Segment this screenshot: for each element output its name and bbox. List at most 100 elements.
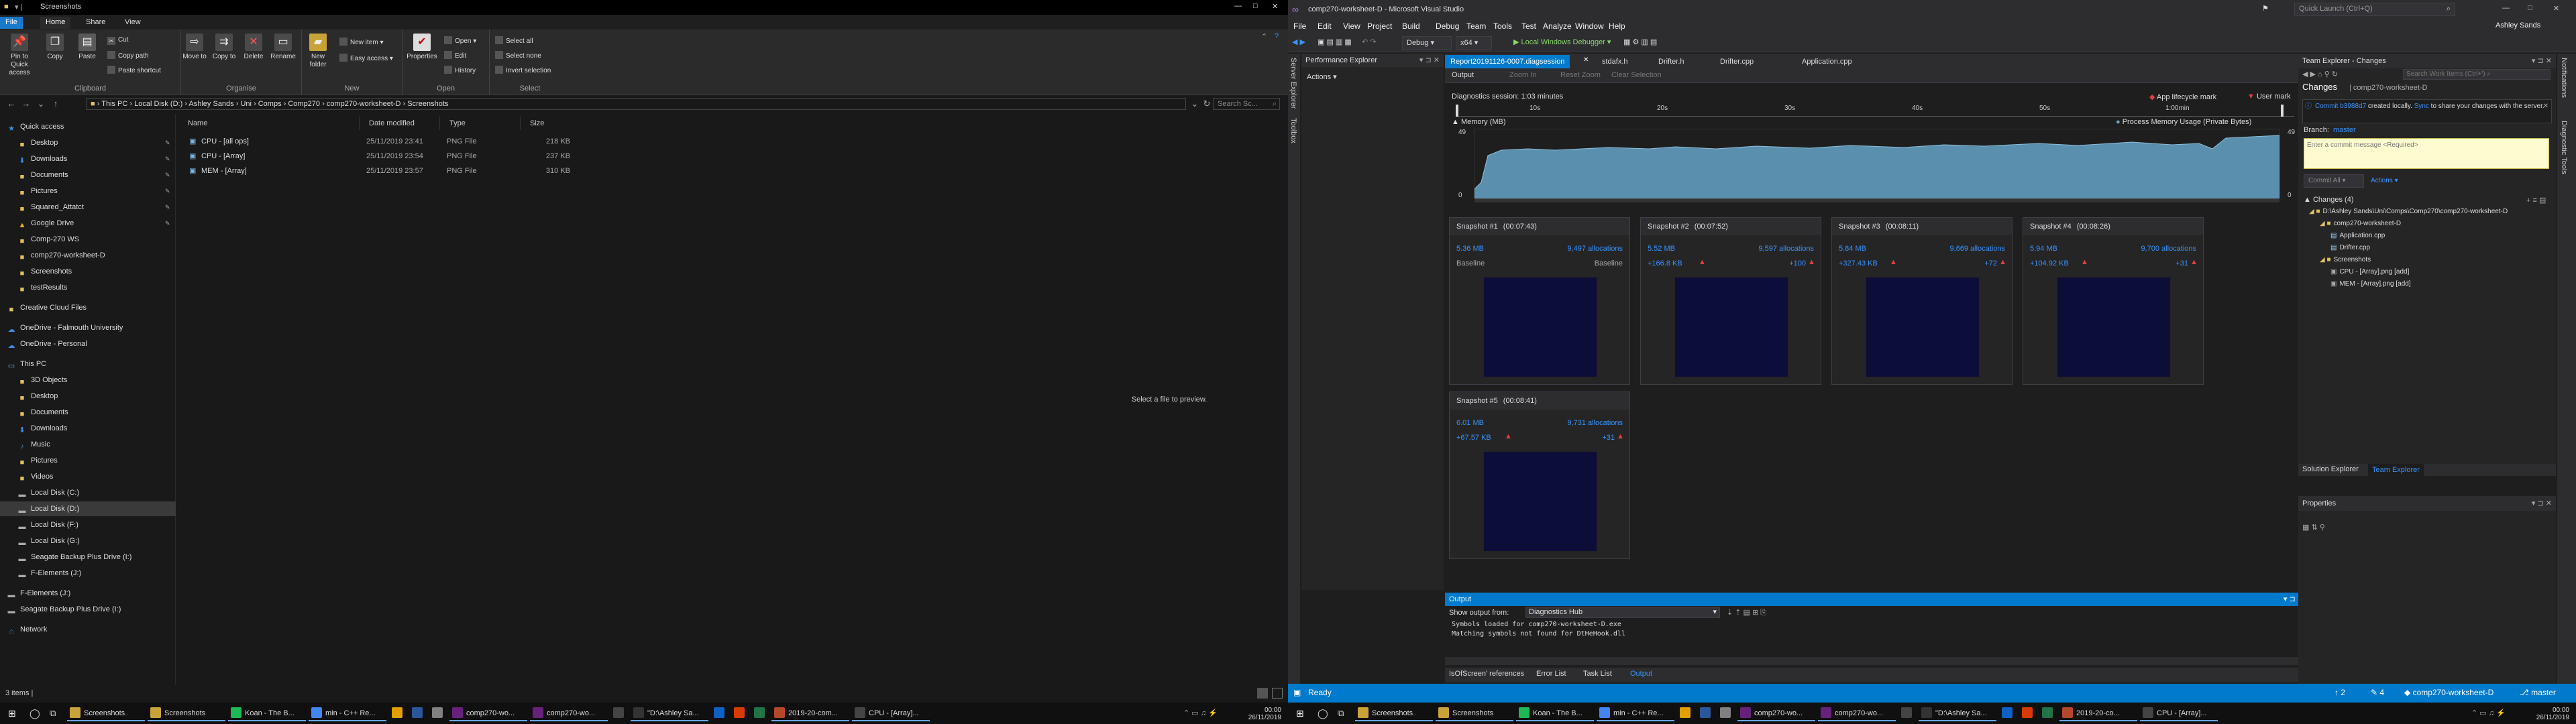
nav-item[interactable]: ■ Desktop ✎ (0, 135, 170, 150)
select-none-button[interactable]: Select none (495, 51, 541, 60)
file-row[interactable]: ▣ CPU - [all ops] 25/11/2019 23:41 PNG File… (178, 134, 1051, 149)
maximize-button[interactable]: □ (1253, 2, 1258, 10)
nav-item[interactable]: ■ testResults (0, 280, 68, 295)
menu-item[interactable]: Tools (1493, 21, 1512, 31)
taskbar-app-button[interactable]: Screenshots (1355, 705, 1433, 721)
taskbar-app-button[interactable]: Screenshots (67, 705, 145, 721)
heap-thumbnail-image[interactable] (1866, 277, 1980, 377)
change-tree-item[interactable]: ▤ Application.cpp (2330, 232, 2385, 239)
nav-item[interactable]: ▬ Seagate Backup Plus Drive (I:) (0, 602, 121, 617)
paste-button[interactable]: ▤ Paste (74, 34, 101, 61)
configuration-dropdown[interactable]: Debug ▾ (1402, 36, 1452, 50)
taskbar-app-button[interactable] (1898, 705, 1916, 721)
clear-selection-button[interactable]: Clear Selection (1611, 71, 1662, 79)
system-tray-icons[interactable]: ⌃ ▭ ♫ ⚡ (1181, 705, 1218, 721)
change-tree-item[interactable]: ▤ Drifter.cpp (2330, 244, 2370, 251)
commit-link[interactable]: Commit b3988d7 (2315, 103, 2366, 110)
column-header-date[interactable]: Date modified (360, 117, 440, 130)
snapshot-allocations-diff[interactable]: +31 (1602, 434, 1615, 442)
copy-button[interactable]: ❐ Copy (42, 34, 68, 61)
nav-item[interactable]: ■ Creative Cloud Files (0, 300, 87, 315)
quick-access-toolbar-icon[interactable]: ▾ | (15, 3, 22, 11)
user-name[interactable]: Ashley Sands (2496, 21, 2540, 29)
copy-path-button[interactable]: Copy path (107, 51, 149, 60)
task-view-icon[interactable]: ⧉ (1335, 705, 1344, 721)
commit-all-button[interactable]: Commit All ▾ (2304, 174, 2364, 188)
snapshot-allocations-diff[interactable]: +72 (1984, 259, 1997, 267)
snapshot-heap-size-link[interactable]: 5.94 MB (2030, 245, 2057, 253)
undo-icon[interactable]: ↶ ↷ (1362, 38, 1377, 46)
nav-item[interactable]: ☁ OneDrive - Personal (0, 337, 87, 351)
tab-view[interactable]: View (119, 17, 146, 29)
bottom-tab[interactable]: IsOfScreen' references (1449, 670, 1524, 678)
menu-item[interactable]: Analyze (1543, 21, 1572, 31)
tab-solution-explorer[interactable]: Solution Explorer (2302, 465, 2359, 473)
taskbar-app-button[interactable] (751, 705, 769, 721)
menu-item[interactable]: View (1343, 21, 1360, 31)
snapshot-heap-size-link[interactable]: 5.84 MB (1839, 245, 1866, 253)
document-tab[interactable]: Drifter.h (1653, 55, 1690, 68)
taskbar-app-button[interactable]: Koan - The B... (228, 705, 306, 721)
search-icon[interactable]: ◯ (27, 705, 40, 721)
output-source-dropdown[interactable]: Diagnostics Hub ▾ (1525, 607, 1720, 618)
column-header-size[interactable]: Size (521, 117, 574, 130)
ribbon-collapse-icon[interactable]: ⌃ (1261, 32, 1267, 41)
nav-item[interactable]: ■ Pictures ✎ (0, 184, 170, 198)
snapshot-allocations-link[interactable]: 9,497 allocations (1567, 245, 1623, 253)
new-item-button[interactable]: New item ▾ (339, 38, 383, 46)
taskbar-app-button[interactable] (711, 705, 729, 721)
forward-arrow-icon[interactable]: → (20, 98, 32, 110)
snapshot-heap-size-link[interactable]: 5.52 MB (1648, 245, 1675, 253)
pin-icon[interactable]: ▾ ⊐ ✕ (1419, 54, 1440, 67)
reset-zoom-button[interactable]: Reset Zoom (1560, 71, 1601, 79)
nav-item[interactable]: ☁ OneDrive - Falmouth University (0, 320, 123, 335)
maximize-button[interactable]: □ (2528, 4, 2532, 12)
clock[interactable]: 00:00 26/11/2019 (2529, 707, 2569, 721)
nav-item[interactable]: ▬ F-Elements (J:) (0, 586, 71, 601)
taskbar-app-button[interactable] (389, 705, 407, 721)
copy-to-button[interactable]: ⇉ Copy to (211, 34, 237, 61)
menu-item[interactable]: Team (1466, 21, 1486, 31)
heap-thumbnail-image[interactable] (2057, 277, 2171, 377)
taskbar-app-button[interactable] (2039, 705, 2057, 721)
timeline-selection-handle[interactable] (1456, 105, 1458, 117)
back-arrow-icon[interactable]: ← (5, 98, 17, 110)
pin-quick-access-button[interactable]: 📌 Pin to Quick access (3, 34, 36, 77)
taskbar-app-button[interactable] (1697, 705, 1715, 721)
select-all-button[interactable]: Select all (495, 36, 533, 45)
status-changes[interactable]: ✎ 4 (2371, 688, 2384, 697)
refresh-icon[interactable]: ↻ (2332, 70, 2338, 78)
output-scrollbar[interactable] (1445, 657, 2308, 665)
column-header-name[interactable]: Name (178, 117, 360, 130)
system-tray-icons[interactable]: ⌃ ▭ ♫ ⚡ (2469, 705, 2506, 721)
taskbar-app-button[interactable] (429, 705, 447, 721)
change-tree-item[interactable]: ◢ ■ comp270-worksheet-D (2320, 220, 2401, 227)
taskbar-app-button[interactable]: "D:\Ashley Sa... (631, 705, 708, 721)
taskbar-app-button[interactable] (2019, 705, 2037, 721)
snapshot-allocations-link[interactable]: 9,731 allocations (1567, 419, 1623, 427)
change-tree-item[interactable]: ◢ ■ D:\Ashley Sands\Uni\Comps\Comp270\com… (2309, 208, 2508, 215)
diagnostic-tools-tab[interactable]: Diagnostic Tools (2560, 121, 2568, 174)
taskbar-app-button[interactable]: CPU - [Array]... (2140, 705, 2218, 721)
snapshot-heap-size-link[interactable]: 5.36 MB (1456, 245, 1484, 253)
branch-link[interactable]: master (2333, 126, 2356, 134)
large-icons-view-icon[interactable] (1272, 688, 1283, 699)
delete-button[interactable]: ✕ Delete (240, 34, 267, 61)
platform-dropdown[interactable]: x64 ▾ (1456, 36, 1492, 50)
nav-item[interactable]: ♪ Music (0, 437, 50, 452)
snapshot-size-diff[interactable]: +327.43 KB (1839, 259, 1878, 267)
nav-item[interactable]: ■ Documents ✎ (0, 168, 170, 182)
taskbar-app-button[interactable] (409, 705, 427, 721)
nav-item[interactable]: ■ Comp-270 WS (0, 232, 79, 247)
notification-flag-icon[interactable]: ⚑ (2262, 4, 2269, 13)
taskbar-app-button[interactable] (1999, 705, 2017, 721)
taskbar-app-button[interactable]: comp270-wo... (1737, 705, 1815, 721)
task-view-icon[interactable]: ⧉ (47, 705, 56, 721)
timeline-selection-handle[interactable] (2281, 105, 2284, 117)
taskbar-app-button[interactable]: comp270-wo... (449, 705, 527, 721)
minimize-button[interactable]: — (1234, 2, 1242, 10)
recent-chevron-icon[interactable]: ⌄ (35, 98, 47, 110)
taskbar-app-button[interactable]: Screenshots (1436, 705, 1513, 721)
snapshot-allocations-link[interactable]: 9,700 allocations (2141, 245, 2196, 253)
start-debugger-button[interactable]: ▶ Local Windows Debugger ▾ (1513, 38, 1611, 46)
